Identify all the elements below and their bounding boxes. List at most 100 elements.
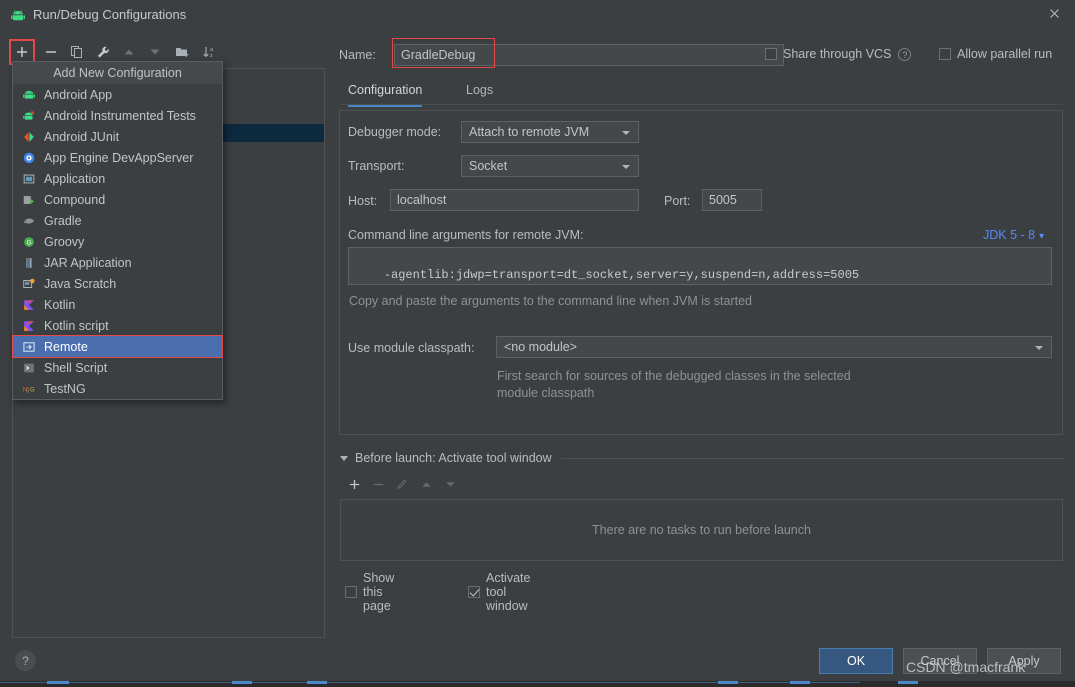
- module-classpath-label: Use module classpath:: [348, 341, 475, 355]
- menu-item-label: Android JUnit: [44, 129, 120, 144]
- ok-button[interactable]: OK: [819, 648, 893, 674]
- menu-item-label: Remote: [44, 339, 88, 354]
- debugger-mode-select[interactable]: Attach to remote JVM: [461, 121, 639, 143]
- menu-item-remote[interactable]: Remote: [12, 335, 223, 358]
- jvm-arguments-text: -agentlib:jdwp=transport=dt_socket,serve…: [383, 268, 860, 282]
- menu-item-gradle[interactable]: Gradle: [13, 210, 222, 231]
- module-classpath-hint-line2: module classpath: [497, 386, 595, 400]
- menu-item-android-instrumented-tests[interactable]: Android Instrumented Tests: [13, 105, 222, 126]
- debugger-mode-value: Attach to remote JVM: [469, 125, 590, 139]
- menu-item-kotlin-script[interactable]: Kotlin script: [13, 315, 222, 336]
- menu-item-testng[interactable]: N | G TestNG: [13, 378, 222, 399]
- close-icon[interactable]: [1045, 7, 1063, 25]
- name-input[interactable]: [394, 44, 784, 66]
- groovy-icon: G: [21, 234, 37, 250]
- checkbox-box: [468, 586, 480, 598]
- module-classpath-select[interactable]: <no module>: [496, 336, 1052, 358]
- triangle-up-icon[interactable]: [415, 473, 437, 495]
- menu-item-label: Groovy: [44, 234, 85, 249]
- chevron-down-icon: ▾: [1039, 231, 1045, 242]
- menu-item-label: Kotlin script: [44, 318, 109, 333]
- name-label: Name:: [339, 48, 376, 62]
- tab-configuration[interactable]: Configuration: [348, 80, 423, 107]
- activate-tool-window-checkbox[interactable]: Activate tool window: [468, 571, 530, 613]
- menu-item-java-scratch[interactable]: Java Scratch: [13, 273, 222, 294]
- allow-parallel-run-checkbox[interactable]: Allow parallel run: [939, 47, 1052, 61]
- menu-item-compound[interactable]: Compound: [13, 189, 222, 210]
- question-icon[interactable]: ?: [898, 47, 912, 61]
- checkbox-box: [345, 586, 357, 598]
- share-through-vcs-checkbox[interactable]: Share through VCS ?: [765, 47, 912, 61]
- shell-icon: [21, 360, 37, 376]
- svg-text:G: G: [30, 386, 35, 393]
- help-button[interactable]: ?: [15, 650, 36, 671]
- chevron-down-icon: [1035, 346, 1043, 350]
- svg-text:z: z: [210, 53, 213, 59]
- menu-item-label: Java Scratch: [44, 276, 117, 291]
- tabs-underline: [340, 104, 1063, 105]
- menu-item-shell-script[interactable]: Shell Script: [13, 357, 222, 378]
- menu-item-label: Kotlin: [44, 297, 76, 312]
- background-editor-segment: [898, 681, 918, 684]
- triangle-down-icon: [340, 455, 348, 461]
- menu-item-app-engine-devappserver[interactable]: App Engine DevAppServer: [13, 147, 222, 168]
- pencil-icon[interactable]: [391, 473, 413, 495]
- remove-task-button[interactable]: [367, 473, 389, 495]
- menu-item-android-app[interactable]: Android App: [13, 84, 222, 105]
- before-launch-task-list[interactable]: There are no tasks to run before launch: [340, 499, 1063, 561]
- menu-item-groovy[interactable]: G Groovy: [13, 231, 222, 252]
- kotlin-icon: [21, 318, 37, 334]
- menu-item-kotlin[interactable]: Kotlin: [13, 294, 222, 315]
- show-this-page-checkbox[interactable]: Show this page: [345, 571, 394, 613]
- jdk-version-link[interactable]: JDK 5 - 8 ▾: [983, 228, 1044, 242]
- tab-logs[interactable]: Logs: [466, 80, 493, 104]
- jvm-arguments-field[interactable]: -agentlib:jdwp=transport=dt_socket,serve…: [348, 247, 1052, 285]
- android-test-icon: [21, 108, 37, 124]
- share-through-vcs-label: Share through VCS: [783, 47, 892, 61]
- allow-parallel-run-label: Allow parallel run: [957, 47, 1053, 61]
- popup-header: Add New Configuration: [13, 62, 222, 84]
- menu-item-application[interactable]: Application: [13, 168, 222, 189]
- background-editor-segment: [232, 681, 252, 684]
- help-label: ?: [22, 653, 29, 668]
- gradle-icon: [21, 213, 37, 229]
- menu-item-android-junit[interactable]: Android JUnit: [13, 126, 222, 147]
- before-launch-rule: [560, 457, 1064, 459]
- app-engine-icon: [21, 150, 37, 166]
- menu-item-label: Compound: [44, 192, 106, 207]
- dialog-titlebar: Run/Debug Configurations: [0, 0, 1075, 32]
- add-task-button[interactable]: [343, 473, 365, 495]
- menu-item-label: Android App: [44, 87, 113, 102]
- svg-text:|: |: [27, 386, 29, 393]
- watermark: CSDN @tmacfrank: [906, 659, 1026, 675]
- transport-label: Transport:: [348, 159, 405, 173]
- menu-item-jar-application[interactable]: JAR Application: [13, 252, 222, 273]
- java-scratch-icon: [21, 276, 37, 292]
- menu-item-label: Application: [44, 171, 106, 186]
- menu-item-label: Shell Script: [44, 360, 108, 375]
- host-label: Host:: [348, 194, 378, 208]
- before-launch-header[interactable]: Before launch: Activate tool window: [340, 451, 1064, 465]
- menu-item-label: TestNG: [44, 381, 86, 396]
- triangle-down-icon[interactable]: [439, 473, 461, 495]
- activate-tool-window-label: Activate tool window: [486, 571, 531, 613]
- menu-item-label: Gradle: [44, 213, 82, 228]
- menu-item-label: JAR Application: [44, 255, 132, 270]
- checkbox-box: [939, 48, 951, 60]
- transport-value: Socket: [469, 159, 508, 173]
- background-editor-segment: [47, 681, 69, 684]
- before-launch-title: Before launch: Activate tool window: [355, 451, 552, 465]
- application-icon: [21, 171, 37, 187]
- checkbox-box: [765, 48, 777, 60]
- host-input[interactable]: [390, 189, 639, 211]
- chevron-down-icon: [622, 165, 630, 169]
- svg-text:G: G: [27, 239, 32, 246]
- before-launch-toolbar: [343, 473, 543, 495]
- remote-icon: [21, 339, 37, 355]
- menu-item-label: App Engine DevAppServer: [44, 150, 194, 165]
- menu-item-label: Android Instrumented Tests: [44, 108, 196, 123]
- background-editor-segment: [718, 681, 738, 684]
- port-input[interactable]: [702, 189, 762, 211]
- transport-select[interactable]: Socket: [461, 155, 639, 177]
- show-this-page-label: Show this page: [363, 571, 395, 613]
